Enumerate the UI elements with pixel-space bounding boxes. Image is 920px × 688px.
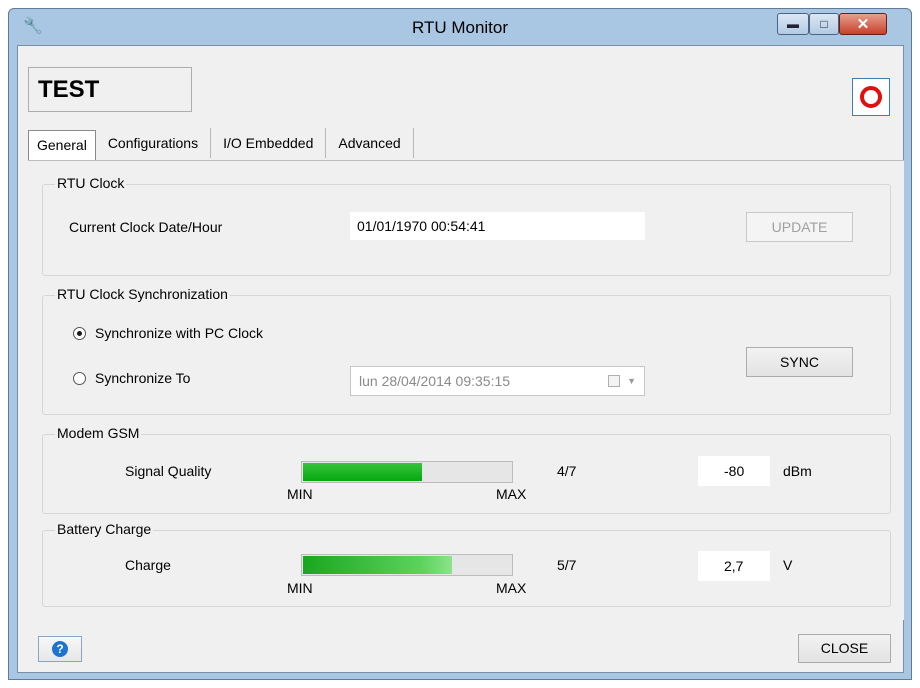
charge-label: Charge <box>125 557 171 573</box>
maximize-icon: □ <box>820 17 828 31</box>
close-icon: ✕ <box>856 16 870 33</box>
dropdown-arrow-icon: ▼ <box>627 376 636 386</box>
tab-general[interactable]: General <box>28 130 96 160</box>
stop-button[interactable] <box>852 78 890 116</box>
signal-min-label: MIN <box>287 486 313 502</box>
signal-level-text: 4/7 <box>557 463 577 479</box>
battery-unit: V <box>783 557 793 573</box>
signal-unit: dBm <box>783 463 812 479</box>
stop-record-icon <box>860 86 882 108</box>
charge-level-text: 5/7 <box>557 557 577 573</box>
signal-quality-label: Signal Quality <box>125 463 212 479</box>
close-window-button[interactable]: ✕ <box>839 13 887 35</box>
help-button[interactable]: ? <box>38 636 82 662</box>
battery-voltage-field: 2,7 <box>698 551 770 581</box>
update-button[interactable]: UPDATE <box>746 212 853 242</box>
maximize-button[interactable]: □ <box>809 13 839 35</box>
checkbox-icon <box>608 375 620 387</box>
sync-pc-radio[interactable] <box>73 327 86 340</box>
device-name-field: TEST <box>28 67 192 112</box>
charge-max-label: MAX <box>496 580 527 596</box>
charge-fill <box>303 556 452 574</box>
clock-date-label: Current Clock Date/Hour <box>69 219 223 235</box>
battery-charge-title: Battery Charge <box>55 521 154 537</box>
minimize-button[interactable]: ▬ <box>777 13 809 35</box>
signal-dbm-field: -80 <box>698 456 770 486</box>
window-title: RTU Monitor <box>411 18 509 37</box>
close-button[interactable]: CLOSE <box>798 634 891 663</box>
tab-advanced[interactable]: Advanced <box>326 128 414 158</box>
sync-to-radio[interactable] <box>73 372 86 385</box>
clock-sync-title: RTU Clock Synchronization <box>55 286 230 302</box>
sync-pc-label: Synchronize with PC Clock <box>95 325 264 341</box>
sync-button[interactable]: SYNC <box>746 347 853 377</box>
sync-date-picker[interactable]: lun 28/04/2014 09:35:15 ▼ <box>350 366 645 396</box>
charge-min-label: MIN <box>287 580 313 596</box>
tab-configurations[interactable]: Configurations <box>96 128 212 158</box>
signal-quality-bar <box>301 461 513 483</box>
title-bar[interactable]: 🔧 RTU Monitor ▬ □ ✕ <box>9 9 911 45</box>
minimize-icon: ▬ <box>787 17 799 31</box>
signal-quality-fill <box>303 463 422 481</box>
clock-date-field: 01/01/1970 00:54:41 <box>350 212 645 240</box>
tab-io-embedded[interactable]: I/O Embedded <box>211 128 327 158</box>
rtu-clock-title: RTU Clock <box>55 175 127 191</box>
tab-strip: General Configurations I/O Embedded Adva… <box>28 128 414 160</box>
help-icon: ? <box>52 641 68 657</box>
charge-bar <box>301 554 513 576</box>
modem-gsm-title: Modem GSM <box>55 425 142 441</box>
sync-to-label: Synchronize To <box>95 370 191 386</box>
signal-max-label: MAX <box>496 486 527 502</box>
sync-date-value: lun 28/04/2014 09:35:15 <box>359 373 511 389</box>
